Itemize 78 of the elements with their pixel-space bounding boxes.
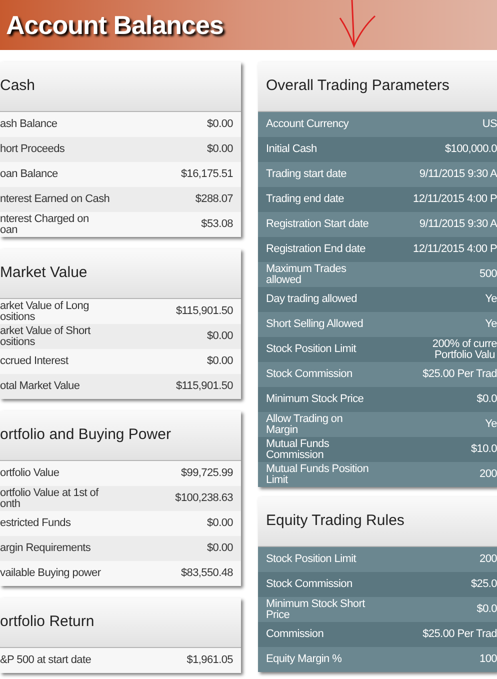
panel-title: Cash xyxy=(0,76,36,96)
row-label: Stock Commission xyxy=(266,369,352,380)
row-value: $100,238.63 xyxy=(175,493,233,504)
row-label: ccrued Interest xyxy=(0,356,68,367)
row-value: $25.00 Per Trad xyxy=(422,629,497,640)
row-value: 12/11/2015 4:00 P xyxy=(413,244,497,255)
row-value: $10.0 xyxy=(470,444,497,455)
row-label: Trading end date xyxy=(266,194,344,205)
row-value: 500 xyxy=(480,269,497,280)
row-value: 200 xyxy=(480,469,497,480)
panel-title: ortfolio Return xyxy=(0,612,94,632)
row-value: $99,725.99 xyxy=(180,468,233,479)
row-label: Stock Position Limit xyxy=(266,344,356,355)
row-label: argin Requirements xyxy=(0,543,91,554)
row-value: $0.00 xyxy=(206,331,233,342)
row-label: vailable Buying power xyxy=(0,568,101,579)
page-title: Account Balances xyxy=(6,8,224,42)
row-value: $1,961.05 xyxy=(186,655,233,666)
row-value: $115,901.50 xyxy=(176,306,233,317)
row-label: hort Proceeds xyxy=(0,144,65,155)
row-label: nterest Charged on oan xyxy=(0,214,89,236)
row-label: estricted Funds xyxy=(0,518,71,529)
row-value: 9/11/2015 9:30 A xyxy=(419,169,497,180)
row-value: 9/11/2015 9:30 A xyxy=(419,219,497,230)
row-value: $0.00 xyxy=(206,144,233,155)
row-value: $16,175.51 xyxy=(180,169,233,180)
row-label: arket Value of Long ositions xyxy=(0,300,89,322)
row-value: Ye xyxy=(485,419,497,430)
row-label: Registration Start date xyxy=(266,219,369,230)
row-value: US xyxy=(482,119,497,130)
row-value: $25.00 Per Trad xyxy=(422,369,497,380)
row-label: &P 500 at start date xyxy=(0,655,92,666)
row-label: arket Value of Short ositions xyxy=(0,326,90,348)
row-value: $115,901.50 xyxy=(176,381,233,392)
row-label: Allow Trading on Margin xyxy=(266,414,343,436)
row-value: $0.00 xyxy=(206,119,233,130)
panel-title: Equity Trading Rules xyxy=(266,511,404,532)
panel-title: Overall Trading Parameters xyxy=(266,76,450,96)
row-value: 200% of curre Portfolio Valu xyxy=(432,338,497,360)
row-label: Equity Margin % xyxy=(266,654,342,665)
row-value: $0.00 xyxy=(206,543,233,554)
row-label: Trading start date xyxy=(266,169,346,180)
panel-title: Market Value xyxy=(0,263,88,284)
row-value: $0.0 xyxy=(476,604,497,615)
row-label: Initial Cash xyxy=(266,144,317,155)
row-label: Minimum Stock Short Price xyxy=(266,598,365,620)
row-value: $0.00 xyxy=(206,356,233,367)
row-label: otal Market Value xyxy=(0,381,80,392)
row-value: $53.08 xyxy=(201,219,233,230)
row-label: Maximum Trades allowed xyxy=(266,264,346,286)
row-value: $0.00 xyxy=(206,518,233,529)
row-label: ortfolio Value at 1st of onth xyxy=(0,488,98,510)
row-label: Mutual Funds Commission xyxy=(266,438,330,460)
row-label: Mutual Funds Position Limit xyxy=(266,464,369,486)
row-value: Ye xyxy=(485,319,497,330)
row-label: Commission xyxy=(266,629,324,640)
row-label: Registration End date xyxy=(266,244,366,255)
panel-title: ortfolio and Buying Power xyxy=(0,425,171,446)
row-value: $100,000.0 xyxy=(444,144,497,155)
row-value: 100 xyxy=(480,654,497,665)
row-label: ash Balance xyxy=(0,119,58,130)
row-value: 12/11/2015 4:00 P xyxy=(413,194,497,205)
row-label: Minimum Stock Price xyxy=(266,394,364,405)
row-label: Day trading allowed xyxy=(266,294,357,305)
row-label: Short Selling Allowed xyxy=(266,319,364,330)
row-value: $288.07 xyxy=(195,194,233,205)
row-value: 200 xyxy=(480,554,497,565)
hand-drawn-arrow-icon xyxy=(338,0,376,48)
row-value: $0.0 xyxy=(476,394,497,405)
row-label: Account Currency xyxy=(266,119,349,130)
row-label: ortfolio Value xyxy=(0,468,60,479)
row-label: Stock Position Limit xyxy=(266,554,356,565)
row-value: Ye xyxy=(485,294,497,305)
row-label: Stock Commission xyxy=(266,579,352,590)
row-label: nterest Earned on Cash xyxy=(0,194,110,205)
row-label: oan Balance xyxy=(0,169,58,180)
row-value: $83,550.48 xyxy=(180,568,233,579)
row-value: $25.0 xyxy=(470,579,497,590)
